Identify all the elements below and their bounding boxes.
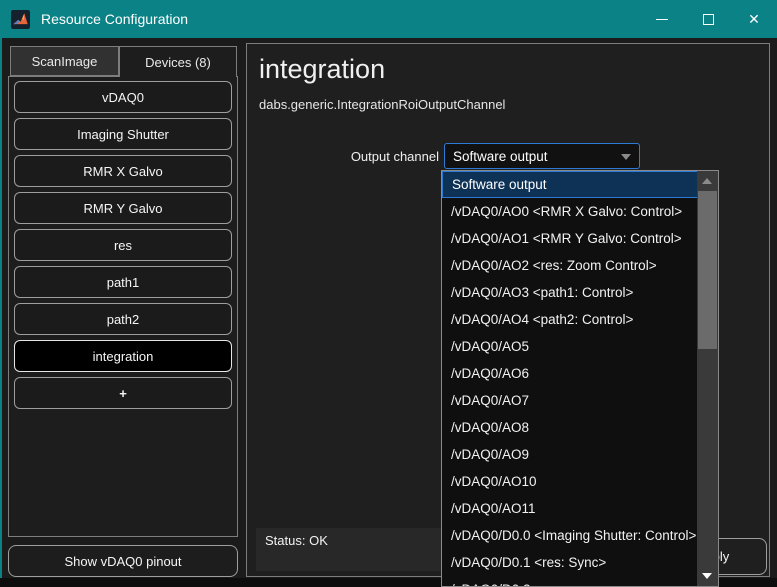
dropdown-option[interactable]: /vDAQ0/D0.1 <res: Sync> bbox=[442, 549, 698, 576]
combobox-value: Software output bbox=[453, 148, 548, 164]
scrollbar-up-icon[interactable] bbox=[702, 178, 712, 184]
titlebar: Resource Configuration ✕ bbox=[0, 0, 777, 38]
dropdown-option[interactable]: /vDAQ0/AO2 <res: Zoom Control> bbox=[442, 252, 698, 279]
minimize-button[interactable] bbox=[639, 0, 685, 38]
minimize-icon bbox=[656, 18, 668, 20]
dropdown-option[interactable]: /vDAQ0/D0.0 <Imaging Shutter: Control> bbox=[442, 522, 698, 549]
matlab-icon bbox=[11, 9, 30, 29]
scrollbar-thumb[interactable] bbox=[698, 191, 717, 349]
dropdown-scrollbar[interactable] bbox=[697, 171, 718, 586]
scrollbar-down-icon[interactable] bbox=[702, 573, 712, 579]
maximize-icon bbox=[702, 13, 714, 25]
output-channel-dropdown-list: Software output /vDAQ0/AO0 <RMR X Galvo:… bbox=[441, 170, 719, 587]
dropdown-option[interactable]: /vDAQ0/AO1 <RMR Y Galvo: Control> bbox=[442, 225, 698, 252]
close-button[interactable]: ✕ bbox=[731, 0, 777, 38]
device-list: vDAQ0 Imaging Shutter RMR X Galvo RMR Y … bbox=[14, 81, 232, 372]
dropdown-option[interactable]: /vDAQ0/AO3 <path1: Control> bbox=[442, 279, 698, 306]
devices-panel: vDAQ0 Imaging Shutter RMR X Galvo RMR Y … bbox=[8, 76, 238, 537]
dropdown-option[interactable]: /vDAQ0/AO0 <RMR X Galvo: Control> bbox=[442, 198, 698, 225]
window-controls: ✕ bbox=[639, 0, 777, 38]
dropdown-option[interactable]: /vDAQ0/AO7 bbox=[442, 387, 698, 414]
tab-devices[interactable]: Devices (8) bbox=[119, 46, 237, 77]
device-button[interactable]: RMR Y Galvo bbox=[14, 192, 232, 224]
output-channel-combobox[interactable]: Software output bbox=[444, 143, 640, 169]
dropdown-option[interactable]: Software output bbox=[442, 171, 698, 198]
dropdown-option[interactable]: /vDAQ0/D0.2 bbox=[442, 576, 698, 586]
close-icon: ✕ bbox=[748, 11, 760, 27]
resource-configuration-window: Resource Configuration ✕ ScanImage Devic… bbox=[0, 0, 777, 587]
dropdown-option[interactable]: /vDAQ0/AO5 bbox=[442, 333, 698, 360]
dropdown-option[interactable]: /vDAQ0/AO11 bbox=[442, 495, 698, 522]
device-button[interactable]: Imaging Shutter bbox=[14, 118, 232, 150]
device-button[interactable]: RMR X Galvo bbox=[14, 155, 232, 187]
device-button[interactable]: integration bbox=[14, 340, 232, 372]
dropdown-options: Software output /vDAQ0/AO0 <RMR X Galvo:… bbox=[442, 171, 698, 586]
status-text: Status: OK bbox=[265, 533, 328, 548]
output-channel-label: Output channel bbox=[350, 149, 439, 164]
page-title: integration bbox=[259, 54, 386, 84]
dropdown-option[interactable]: /vDAQ0/AO8 bbox=[442, 414, 698, 441]
window-left-border bbox=[0, 38, 2, 580]
tab-scanimage[interactable]: ScanImage bbox=[10, 46, 119, 76]
device-button[interactable]: res bbox=[14, 229, 232, 261]
dropdown-option[interactable]: /vDAQ0/AO6 bbox=[442, 360, 698, 387]
device-button[interactable]: path2 bbox=[14, 303, 232, 335]
dropdown-option[interactable]: /vDAQ0/AO9 bbox=[442, 441, 698, 468]
device-button[interactable]: vDAQ0 bbox=[14, 81, 232, 113]
device-button[interactable]: path1 bbox=[14, 266, 232, 298]
class-name-label: dabs.generic.IntegrationRoiOutputChannel bbox=[259, 97, 506, 112]
dropdown-option[interactable]: /vDAQ0/AO10 bbox=[442, 468, 698, 495]
chevron-down-icon bbox=[621, 154, 631, 160]
show-pinout-button[interactable]: Show vDAQ0 pinout bbox=[8, 545, 238, 577]
dropdown-option[interactable]: /vDAQ0/AO4 <path2: Control> bbox=[442, 306, 698, 333]
add-device-button[interactable]: + bbox=[14, 377, 232, 409]
maximize-button[interactable] bbox=[685, 0, 731, 38]
window-title: Resource Configuration bbox=[41, 11, 189, 27]
